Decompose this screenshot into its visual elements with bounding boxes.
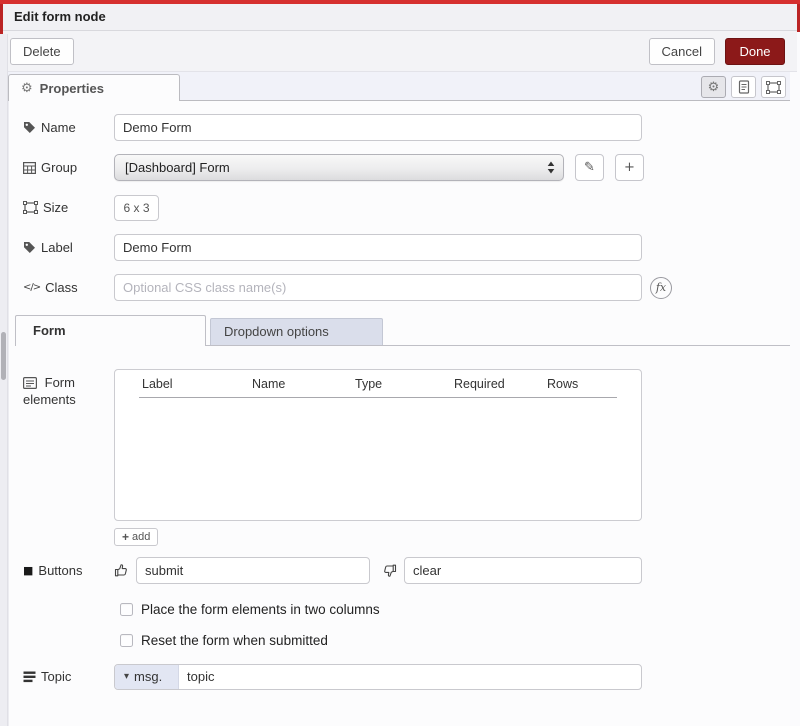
plus-icon: + bbox=[122, 530, 129, 544]
node-subtabs: Form Dropdown options bbox=[15, 315, 790, 346]
topic-typed-input: ▾ msg. bbox=[114, 664, 642, 690]
select-arrows-icon bbox=[547, 161, 555, 174]
node-config-buttons: ⚙ bbox=[701, 76, 786, 98]
delete-button[interactable]: Delete bbox=[10, 38, 74, 65]
reset-form-checkbox[interactable] bbox=[120, 634, 133, 647]
row-group: Group [Dashboard] Form ✎ + bbox=[15, 154, 790, 181]
row-form-elements: Form elements Label Name Type Required R… bbox=[15, 369, 790, 521]
fx-icon: fx bbox=[656, 281, 666, 294]
column-header-name: Name bbox=[252, 377, 285, 391]
class-label: Class bbox=[45, 280, 78, 295]
buttons-label-group: ■ Buttons bbox=[15, 563, 114, 578]
tag-icon bbox=[23, 241, 36, 254]
tab-form[interactable]: Form bbox=[15, 315, 206, 346]
gear-icon: ⚙ bbox=[708, 80, 720, 95]
reset-form-option[interactable]: Reset the form when submitted bbox=[120, 633, 790, 648]
editor-tab-row: ⚙ Properties ⚙ bbox=[8, 72, 790, 101]
gear-icon: ⚙ bbox=[21, 81, 33, 96]
row-size: Size 6 x 3 bbox=[15, 194, 790, 221]
group-label: Group bbox=[41, 160, 77, 175]
class-label-group: </> Class bbox=[15, 280, 114, 295]
size-label: Size bbox=[43, 200, 68, 215]
name-label-group: Name bbox=[15, 120, 114, 135]
column-header-label: Label bbox=[142, 377, 173, 391]
left-scrollbar-track[interactable] bbox=[0, 34, 8, 726]
row-name: Name bbox=[15, 114, 790, 141]
column-header-rows: Rows bbox=[547, 377, 578, 391]
group-selected-option: [Dashboard] Form bbox=[125, 160, 547, 175]
tab-properties[interactable]: ⚙ Properties bbox=[8, 74, 180, 101]
cancel-button[interactable]: Cancel bbox=[649, 38, 715, 65]
two-columns-checkbox[interactable] bbox=[120, 603, 133, 616]
group-label-group: Group bbox=[15, 160, 114, 175]
size-button[interactable]: 6 x 3 bbox=[114, 195, 159, 221]
two-columns-option[interactable]: Place the form elements in two columns bbox=[120, 602, 790, 617]
class-input[interactable] bbox=[114, 274, 642, 301]
left-scrollbar-thumb[interactable] bbox=[1, 332, 6, 380]
dialog-toolbar: Delete Cancel Done bbox=[3, 31, 797, 72]
topic-value-input[interactable] bbox=[179, 665, 641, 689]
object-group-icon bbox=[766, 81, 781, 94]
two-columns-label: Place the form elements in two columns bbox=[141, 602, 380, 617]
label-input[interactable] bbox=[114, 234, 642, 261]
topic-label: Topic bbox=[41, 669, 71, 684]
topic-label-group: Topic bbox=[15, 669, 114, 684]
label-label-group: Label bbox=[15, 240, 114, 255]
clear-button-text-input[interactable] bbox=[404, 557, 642, 584]
done-button[interactable]: Done bbox=[725, 38, 785, 65]
appearance-button[interactable] bbox=[761, 76, 786, 98]
document-icon bbox=[738, 80, 750, 94]
tasks-icon bbox=[23, 671, 36, 683]
reset-form-label: Reset the form when submitted bbox=[141, 633, 328, 648]
column-header-required: Required bbox=[454, 377, 505, 391]
row-label: Label bbox=[15, 234, 790, 261]
thumbs-down-icon bbox=[382, 563, 398, 578]
form-elements-label-group: Form elements bbox=[15, 369, 114, 521]
row-buttons: ■ Buttons bbox=[15, 557, 790, 584]
form-elements-list[interactable]: Label Name Type Required Rows bbox=[114, 369, 642, 521]
table-icon bbox=[23, 162, 36, 174]
code-icon: </> bbox=[23, 282, 40, 293]
edit-group-button[interactable]: ✎ bbox=[575, 154, 604, 181]
fx-expand-button[interactable]: fx bbox=[650, 277, 672, 299]
topic-type-label: msg. bbox=[134, 669, 162, 684]
tab-dropdown-options[interactable]: Dropdown options bbox=[210, 318, 383, 345]
description-button[interactable] bbox=[731, 76, 756, 98]
properties-panel: Name Group [Dashboard] Form ✎ bbox=[8, 101, 790, 726]
name-label: Name bbox=[41, 120, 76, 135]
group-select[interactable]: [Dashboard] Form bbox=[114, 154, 564, 181]
tab-properties-label: Properties bbox=[40, 81, 104, 96]
square-icon: ■ bbox=[23, 564, 33, 577]
topic-type-select[interactable]: ▾ msg. bbox=[115, 665, 179, 689]
pencil-icon: ✎ bbox=[584, 160, 595, 175]
add-element-label: add bbox=[132, 531, 150, 543]
plus-icon: + bbox=[624, 160, 635, 175]
size-label-group: Size bbox=[15, 200, 114, 215]
tag-icon bbox=[23, 121, 36, 134]
add-element-button[interactable]: + add bbox=[114, 528, 158, 546]
list-alt-icon bbox=[23, 377, 37, 389]
caret-down-icon: ▾ bbox=[124, 671, 129, 682]
add-group-button[interactable]: + bbox=[615, 154, 644, 181]
object-group-icon bbox=[23, 201, 38, 214]
dialog-title: Edit form node bbox=[3, 4, 797, 31]
row-topic: Topic ▾ msg. bbox=[15, 663, 790, 690]
form-elements-header: Label Name Type Required Rows bbox=[139, 370, 617, 398]
submit-button-text-input[interactable] bbox=[136, 557, 370, 584]
thumbs-up-icon bbox=[114, 563, 130, 578]
row-class: </> Class fx bbox=[15, 274, 790, 301]
label-label: Label bbox=[41, 240, 73, 255]
name-input[interactable] bbox=[114, 114, 642, 141]
properties-gear-button[interactable]: ⚙ bbox=[701, 76, 726, 98]
buttons-label: Buttons bbox=[38, 563, 82, 578]
edit-form-node-dialog: Edit form node Delete Cancel Done ⚙ Prop… bbox=[0, 0, 800, 726]
column-header-type: Type bbox=[355, 377, 382, 391]
